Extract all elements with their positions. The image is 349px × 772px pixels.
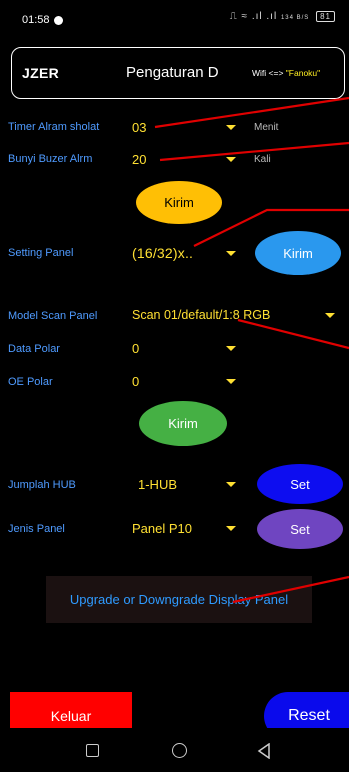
scan-model-select[interactable]: Scan 01/default/1:8 RGB xyxy=(132,308,270,322)
panel-type-select[interactable]: Panel P10 xyxy=(132,521,192,536)
page-title: Pengaturan D xyxy=(126,64,218,81)
buzzer-select[interactable]: 20 xyxy=(132,152,146,167)
status-time: 01:58 xyxy=(22,14,50,26)
set-panel-type-button[interactable]: Set xyxy=(257,509,343,549)
wifi-ssid: "Fanoku" xyxy=(285,68,321,78)
oe-polar-select[interactable]: 0 xyxy=(132,374,139,389)
panel-dropdown-arrow-icon[interactable] xyxy=(226,251,236,256)
navigation-bar xyxy=(0,728,349,772)
buzzer-label: Bunyi Buzer Alrm xyxy=(8,153,93,165)
oe-polar-label: OE Polar xyxy=(8,376,53,388)
status-bar: 01:58 ⎍ ≈ .ıl .ıl 134 B/S 81 xyxy=(0,0,349,36)
hub-dropdown-arrow-icon[interactable] xyxy=(226,482,236,487)
buzzer-unit: Kali xyxy=(254,154,271,165)
buzzer-dropdown-arrow-icon[interactable] xyxy=(226,157,236,162)
oe-polar-dropdown-arrow-icon[interactable] xyxy=(226,379,236,384)
network-speed: 134 B/S xyxy=(280,15,310,22)
recent-apps-icon[interactable] xyxy=(86,744,99,757)
scan-dropdown-arrow-icon[interactable] xyxy=(325,313,335,318)
panel-type-dropdown-arrow-icon[interactable] xyxy=(226,526,236,531)
wifi-prefix: Wifi <=> xyxy=(252,68,286,78)
data-polar-select[interactable]: 0 xyxy=(132,341,139,356)
timer-dropdown-arrow-icon[interactable] xyxy=(226,125,236,130)
annotation-line-scan xyxy=(237,318,349,350)
wifi-status: Wifi <=> "Fanoku" xyxy=(252,68,320,78)
notification-dot-icon xyxy=(54,16,63,25)
annotation-line-timer xyxy=(154,96,349,129)
set-hub-button[interactable]: Set xyxy=(257,464,343,504)
upgrade-display-button[interactable]: Upgrade or Downgrade Display Panel xyxy=(46,576,312,623)
send-alarm-button[interactable]: Kirim xyxy=(136,181,222,224)
data-polar-label: Data Polar xyxy=(8,343,60,355)
setting-panel-label: Setting Panel xyxy=(8,247,74,259)
scan-model-label: Model Scan Panel xyxy=(8,310,98,322)
data-polar-dropdown-arrow-icon[interactable] xyxy=(226,346,236,351)
panel-type-label: Jenis Panel xyxy=(8,523,65,535)
title-bar: JZER Pengaturan D Wifi <=> "Fanoku" xyxy=(11,47,345,99)
home-icon[interactable] xyxy=(172,743,187,758)
send-panel-button[interactable]: Kirim xyxy=(255,231,341,275)
send-scan-button[interactable]: Kirim xyxy=(139,401,227,446)
signal-icons: ⎍ ≈ .ıl .ıl xyxy=(229,11,278,23)
setting-panel-select[interactable]: (16/32)x.. xyxy=(132,245,193,261)
timer-alarm-select[interactable]: 03 xyxy=(132,120,146,135)
hub-count-select[interactable]: 1-HUB xyxy=(138,477,177,492)
battery-icon: 81 xyxy=(316,11,335,22)
timer-unit: Menit xyxy=(254,122,279,133)
timer-alarm-label: Timer Alram sholat xyxy=(8,121,100,133)
status-icons: ⎍ ≈ .ıl .ıl 134 B/S 81 xyxy=(230,11,335,22)
hub-count-label: Jumplah HUB xyxy=(8,479,76,491)
app-name-fragment: JZER xyxy=(22,65,59,81)
back-icon[interactable] xyxy=(256,743,272,759)
